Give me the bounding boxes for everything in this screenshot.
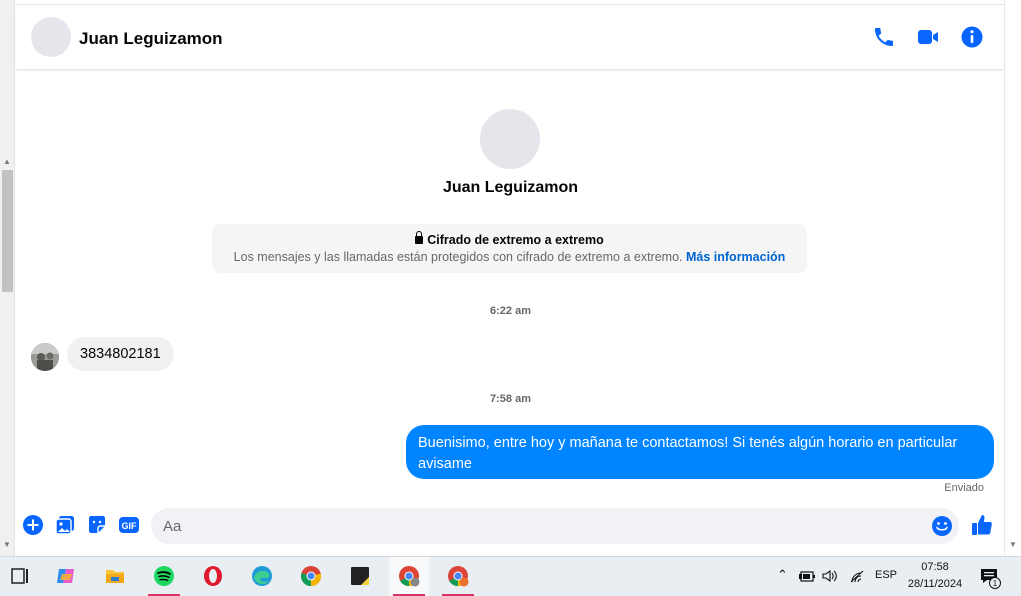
clock-time[interactable]: 07:58 xyxy=(905,561,965,573)
outgoing-message-bubble[interactable]: Buenisimo, entre hoy y mañana te contact… xyxy=(406,425,994,479)
emoji-icon[interactable] xyxy=(931,515,953,537)
volume-icon[interactable] xyxy=(822,569,838,583)
contact-avatar[interactable] xyxy=(31,17,71,57)
gallery-icon[interactable] xyxy=(54,514,76,536)
chrome-profile-button[interactable] xyxy=(389,557,429,596)
messenger-window: ▲ ▼ ▼ Juan Leguizamon Juan Leguizamon Ci… xyxy=(0,0,1021,596)
tray-overflow-icon[interactable]: ⌃ xyxy=(777,567,788,583)
opera-button[interactable] xyxy=(193,557,233,596)
sticky-notes-button[interactable] xyxy=(340,557,380,596)
gif-icon[interactable]: GIF xyxy=(118,514,140,536)
task-view-button[interactable] xyxy=(0,557,40,596)
svg-text:GIF: GIF xyxy=(122,521,138,531)
file-explorer-icon xyxy=(106,570,124,583)
message-timestamp: 6:22 am xyxy=(490,305,531,317)
windows-taskbar: ⌃ ESP xyxy=(0,556,1021,596)
info-icon[interactable] xyxy=(960,25,984,49)
profile-name: Juan Leguizamon xyxy=(442,179,579,196)
edge-icon xyxy=(252,566,272,586)
right-scrollbar[interactable]: ▼ xyxy=(1004,0,1021,556)
profile-avatar[interactable] xyxy=(480,109,540,169)
more-info-link[interactable]: Más información xyxy=(686,250,785,264)
phone-icon[interactable] xyxy=(872,25,896,49)
chrome-button[interactable] xyxy=(291,557,331,596)
file-explorer-button[interactable] xyxy=(95,557,135,596)
contact-thumbnail-avatar[interactable] xyxy=(31,343,59,371)
language-indicator[interactable]: ESP xyxy=(875,569,897,581)
video-call-icon[interactable] xyxy=(916,25,940,49)
divider xyxy=(15,4,1004,5)
chrome-icon xyxy=(301,566,322,587)
clock-date[interactable]: 28/11/2024 xyxy=(900,578,970,590)
task-view-icon xyxy=(11,568,28,584)
plus-icon[interactable] xyxy=(22,514,44,536)
notification-center-icon[interactable]: 1 xyxy=(979,567,1003,589)
sticky-notes-icon xyxy=(351,567,369,585)
incoming-message-bubble[interactable]: 3834802181 xyxy=(67,337,174,371)
wifi-icon[interactable] xyxy=(849,570,865,583)
chat-header: Juan Leguizamon xyxy=(16,8,1003,70)
lock-icon xyxy=(415,231,424,244)
copilot-button[interactable] xyxy=(46,557,86,596)
chrome-profile-2-button[interactable] xyxy=(438,557,478,596)
opera-icon xyxy=(204,566,222,586)
svg-text:1: 1 xyxy=(993,579,998,588)
contact-photo-icon xyxy=(31,343,59,371)
sticker-icon[interactable] xyxy=(86,514,108,536)
message-status: Enviado xyxy=(944,482,984,494)
spotify-button[interactable] xyxy=(144,557,184,596)
encryption-title: Cifrado de extremo a extremo xyxy=(212,231,807,247)
like-icon[interactable] xyxy=(970,513,994,537)
left-scrollbar[interactable]: ▲ ▼ xyxy=(0,0,15,556)
encryption-description: Los mensajes y las llamadas están proteg… xyxy=(233,250,786,264)
battery-icon[interactable] xyxy=(798,570,816,583)
scroll-down-arrow-icon[interactable]: ▼ xyxy=(1009,541,1017,549)
copilot-icon xyxy=(57,569,74,583)
message-input[interactable] xyxy=(151,508,959,544)
spotify-icon xyxy=(154,566,174,586)
message-timestamp: 7:58 am xyxy=(490,393,531,405)
scroll-down-arrow-icon[interactable]: ▼ xyxy=(3,541,11,549)
chrome-profile-2-icon xyxy=(448,566,469,587)
edge-button[interactable] xyxy=(242,557,282,596)
scroll-up-arrow-icon[interactable]: ▲ xyxy=(3,158,11,166)
chrome-profile-icon xyxy=(399,566,420,587)
encryption-notice: Cifrado de extremo a extremo Los mensaje… xyxy=(212,224,807,273)
contact-name[interactable]: Juan Leguizamon xyxy=(79,29,223,49)
